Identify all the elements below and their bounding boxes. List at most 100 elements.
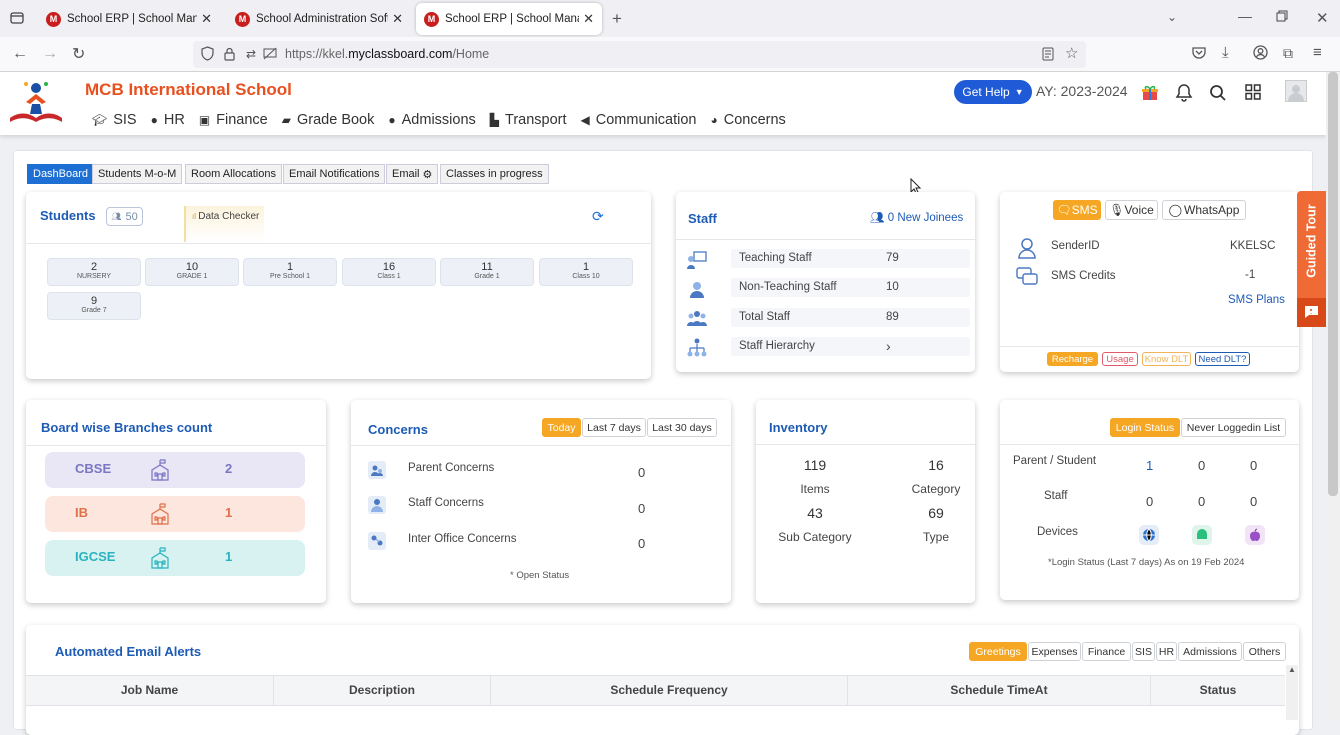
apple-icon[interactable] <box>1245 525 1265 545</box>
grade-tile[interactable]: 1 Class 10 <box>539 258 633 286</box>
inventory-value[interactable]: 16 <box>901 457 971 473</box>
grade-tile[interactable]: 11 Grade 1 <box>440 258 534 286</box>
column-header[interactable]: Job Name <box>26 675 274 705</box>
login-value[interactable]: 0 <box>1250 458 1257 473</box>
close-icon[interactable]: ✕ <box>392 11 403 27</box>
tab-classes-in-progress[interactable]: Classes in progress <box>440 164 549 184</box>
get-help-button[interactable]: Get Help ▼ <box>954 80 1032 104</box>
window-close-icon[interactable]: ✕ <box>1316 9 1329 27</box>
data-checker-button[interactable]: ıl Data Checker <box>184 206 264 242</box>
browser-tab-2[interactable]: M School Administration Software ✕ <box>227 3 411 35</box>
tab-dashboard[interactable]: DashBoard <box>27 164 95 184</box>
grade-tile[interactable]: 1 Pre School 1 <box>243 258 337 286</box>
filter-last-7-days[interactable]: Last 7 days <box>582 418 646 437</box>
tab-email-notifications[interactable]: Email Notifications <box>283 164 386 184</box>
close-icon[interactable]: ✕ <box>201 11 212 27</box>
grade-tile[interactable]: 2 NURSERY <box>47 258 141 286</box>
browser-tab-1[interactable]: M School ERP | School Manageme ✕ <box>38 3 220 35</box>
search-icon[interactable] <box>1209 84 1227 102</box>
grade-tile[interactable]: 9 Grade 7 <box>47 292 141 320</box>
filter-expenses[interactable]: Expenses <box>1028 642 1081 661</box>
new-joinees-link[interactable]: 👥︎ 0 New Joinees <box>870 210 963 224</box>
filter-today[interactable]: Today <box>542 418 581 437</box>
table-scrollbar[interactable]: ▲ <box>1286 665 1298 720</box>
filter-hr[interactable]: HR <box>1156 642 1177 661</box>
login-value[interactable]: 0 <box>1198 494 1205 509</box>
tab-list-icon[interactable] <box>10 11 24 25</box>
bookmark-star-icon[interactable]: ☆ <box>1065 44 1078 62</box>
guided-tour-button[interactable]: Guided Tour <box>1297 191 1326 298</box>
reload-icon[interactable]: ↻ <box>72 44 85 64</box>
never-loggedin-tab[interactable]: Never Loggedin List <box>1181 418 1286 437</box>
sms-tab[interactable]: 🗨︎ SMS <box>1053 200 1101 220</box>
whatsapp-tab[interactable]: ◯ WhatsApp <box>1162 200 1246 220</box>
students-count-badge[interactable]: 👥︎ 50 <box>106 207 143 226</box>
know-dlt-button[interactable]: Know DLT <box>1142 352 1191 366</box>
scroll-up-icon[interactable]: ▲ <box>1286 665 1298 674</box>
chevron-down-icon[interactable]: ⌄ <box>1167 10 1177 24</box>
web-globe-icon[interactable] <box>1139 525 1159 545</box>
refresh-icon[interactable]: ⟳ <box>592 208 604 225</box>
shield-icon[interactable] <box>201 46 214 61</box>
staff-row[interactable]: Non-Teaching Staff 10 <box>731 278 970 297</box>
blocked-media-icon[interactable] <box>263 47 277 60</box>
restore-icon[interactable] <box>1276 10 1288 22</box>
feedback-button[interactable] <box>1297 298 1326 327</box>
sms-plans-link[interactable]: SMS Plans <box>1228 294 1285 306</box>
column-header[interactable]: Status <box>1151 675 1285 705</box>
apps-grid-icon[interactable] <box>1245 84 1261 100</box>
login-value[interactable]: 1 <box>1146 458 1153 473</box>
board-row-cbse[interactable]: CBSE 2 <box>45 452 305 488</box>
academic-year[interactable]: AY: 2023-2024 <box>1036 83 1128 99</box>
account-icon[interactable] <box>1253 45 1268 60</box>
column-header[interactable]: Schedule Frequency <box>491 675 848 705</box>
inventory-value[interactable]: 43 <box>780 505 850 521</box>
nav-concerns[interactable]: ◕ Concerns <box>711 112 786 128</box>
tab-students-mom[interactable]: Students M-o-M <box>92 164 183 184</box>
need-dlt-button[interactable]: Need DLT? <box>1195 352 1250 366</box>
filter-finance[interactable]: Finance <box>1082 642 1131 661</box>
gift-icon[interactable] <box>1141 84 1159 102</box>
close-icon[interactable]: ✕ <box>583 11 594 27</box>
filter-admissions[interactable]: Admissions <box>1178 642 1242 661</box>
nav-hr[interactable]: ● HR <box>151 112 185 128</box>
voice-tab[interactable]: 🎙︎ Voice <box>1105 200 1158 220</box>
lock-icon[interactable] <box>224 47 235 61</box>
board-row-igcse[interactable]: IGCSE 1 <box>45 540 305 576</box>
extensions-icon[interactable]: ⧉ <box>1283 45 1293 62</box>
filter-others[interactable]: Others <box>1243 642 1286 661</box>
avatar[interactable] <box>1285 80 1307 102</box>
login-status-tab[interactable]: Login Status <box>1110 418 1180 437</box>
nav-admissions[interactable]: ● Admissions <box>388 112 475 128</box>
login-value[interactable]: 0 <box>1146 494 1153 509</box>
download-icon[interactable]: ⤓ <box>1222 44 1229 61</box>
menu-icon[interactable]: ≡ <box>1313 44 1322 61</box>
inventory-value[interactable]: 69 <box>901 505 971 521</box>
browser-tab-3[interactable]: M School ERP | School Manageme ✕ <box>416 3 602 35</box>
grade-tile[interactable]: 16 Class 1 <box>342 258 436 286</box>
filter-greetings[interactable]: Greetings <box>969 642 1027 661</box>
bell-icon[interactable] <box>1175 83 1193 102</box>
nav-finance[interactable]: ▣ Finance <box>199 112 268 128</box>
pocket-icon[interactable] <box>1192 46 1206 59</box>
minimize-icon[interactable]: — <box>1238 8 1252 24</box>
back-icon[interactable]: ← <box>12 45 28 63</box>
concern-value[interactable]: 0 <box>638 501 645 516</box>
recharge-button[interactable]: Recharge <box>1047 352 1098 366</box>
tab-room-allocations[interactable]: Room Allocations <box>185 164 282 184</box>
filter-last-30-days[interactable]: Last 30 days <box>647 418 717 437</box>
nav-communication[interactable]: ◀ Communication <box>581 112 697 128</box>
inventory-value[interactable]: 119 <box>780 457 850 473</box>
staff-row[interactable]: Total Staff 89 <box>731 308 970 327</box>
login-value[interactable]: 0 <box>1250 494 1257 509</box>
nav-transport[interactable]: ▙ Transport <box>490 112 567 128</box>
grade-tile[interactable]: 10 GRADE 1 <box>145 258 239 286</box>
board-row-ib[interactable]: IB 1 <box>45 496 305 532</box>
staff-row[interactable]: Teaching Staff 79 <box>731 249 970 268</box>
nav-sis[interactable]: 🎓︎ SIS <box>92 112 137 128</box>
column-header[interactable]: Schedule TimeAt <box>848 675 1151 705</box>
nav-grade-book[interactable]: ▰ Grade Book <box>282 112 375 128</box>
usage-button[interactable]: Usage <box>1102 352 1138 366</box>
permissions-icon[interactable]: ⇄ <box>246 47 256 61</box>
address-bar[interactable]: ⇄ https://kkel.myclassboard.com/Home ☆ <box>193 41 1086 68</box>
